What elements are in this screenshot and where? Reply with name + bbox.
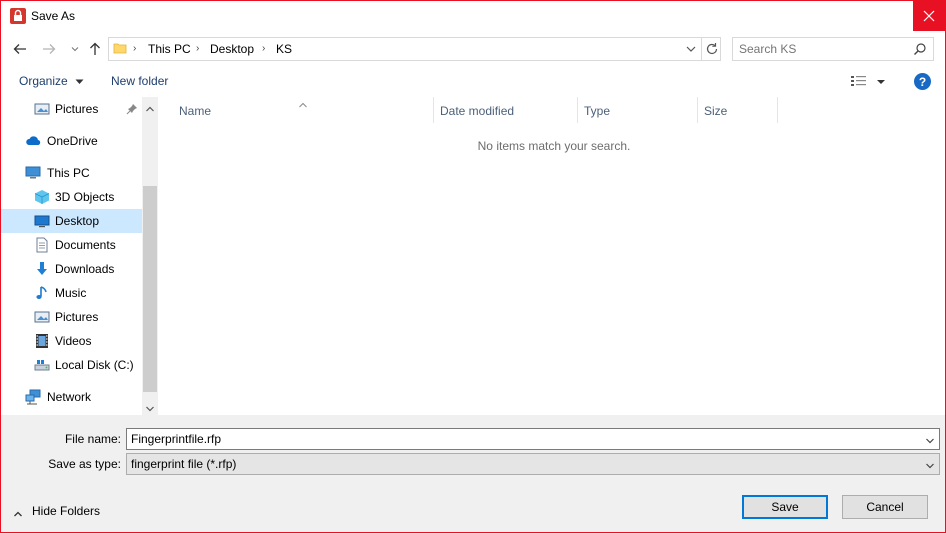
onedrive-icon <box>25 133 41 149</box>
file-name-input[interactable] <box>131 431 911 447</box>
window-title: Save As <box>31 9 76 23</box>
sort-ascending-icon <box>299 97 307 108</box>
file-name-dropdown-icon[interactable] <box>925 434 935 444</box>
3d-objects-icon <box>34 189 50 205</box>
app-lock-icon <box>10 8 26 24</box>
organize-button[interactable]: Organize <box>19 74 84 88</box>
save-button[interactable]: Save <box>742 495 828 519</box>
save-as-type-dropdown-icon[interactable] <box>925 459 935 469</box>
nav-item-label: 3D Objects <box>55 190 115 204</box>
nav-item-label: Network <box>47 390 92 404</box>
nav-item-label: This PC <box>47 166 90 180</box>
nav-pane-scrollbar[interactable] <box>142 97 158 415</box>
address-divider <box>701 38 702 60</box>
nav-item-music[interactable]: Music <box>1 281 142 305</box>
nav-item-pictures-quick[interactable]: Pictures <box>1 97 142 121</box>
nav-item-label: Pictures <box>55 310 99 324</box>
nav-item-label: Pictures <box>55 102 99 116</box>
save-as-type-label: Save as type: <box>48 457 121 471</box>
nav-item-label: Videos <box>55 334 92 348</box>
scroll-up-icon[interactable] <box>145 102 155 112</box>
view-details-icon[interactable] <box>850 74 868 88</box>
hide-folders-label: Hide Folders <box>32 504 101 518</box>
cancel-button[interactable]: Cancel <box>842 495 928 519</box>
search-box[interactable] <box>732 37 934 61</box>
nav-item-label: Music <box>55 286 87 300</box>
navigation-pane: Pictures OneDrive This PC 3D Objects Des… <box>1 97 158 415</box>
breadcrumb-desktop[interactable]: Desktop <box>210 42 254 56</box>
breadcrumb-separator-icon: › <box>133 43 137 54</box>
column-separator[interactable] <box>577 97 578 123</box>
up-arrow-icon[interactable] <box>87 41 103 57</box>
nav-item-label: Downloads <box>55 262 115 276</box>
title-bar[interactable]: Save As <box>1 1 945 31</box>
new-folder-button[interactable]: New folder <box>111 74 168 88</box>
file-list[interactable]: Name Date modified Type Size No items ma… <box>158 97 945 415</box>
organize-label: Organize <box>19 74 68 88</box>
downloads-icon <box>34 261 50 277</box>
chevron-up-icon <box>13 507 23 517</box>
nav-item-videos[interactable]: Videos <box>1 329 142 353</box>
address-row: › This PC › Desktop › KS <box>1 35 945 63</box>
nav-item-label: OneDrive <box>47 134 98 148</box>
videos-icon <box>34 333 50 349</box>
help-icon[interactable]: ? <box>914 73 931 90</box>
column-header-date-modified[interactable]: Date modified <box>440 104 514 118</box>
column-separator[interactable] <box>777 97 778 123</box>
this-pc-icon <box>25 165 41 181</box>
close-icon <box>923 10 935 22</box>
breadcrumb-ks[interactable]: KS <box>276 42 292 56</box>
nav-item-label: Documents <box>55 238 116 252</box>
column-header-size[interactable]: Size <box>704 104 727 118</box>
nav-item-pictures[interactable]: Pictures <box>1 305 142 329</box>
refresh-icon[interactable] <box>704 41 720 57</box>
nav-item-onedrive[interactable]: OneDrive <box>1 129 142 153</box>
column-separator[interactable] <box>433 97 434 123</box>
scroll-down-icon[interactable] <box>145 402 155 412</box>
nav-item-desktop[interactable]: Desktop <box>1 209 142 233</box>
search-icon[interactable] <box>913 42 927 56</box>
breadcrumb-separator-icon: › <box>196 43 200 54</box>
nav-item-network[interactable]: Network <box>1 385 142 409</box>
address-bar[interactable]: › This PC › Desktop › KS <box>108 37 721 61</box>
file-name-field[interactable] <box>126 428 940 450</box>
pin-icon[interactable] <box>126 103 138 115</box>
close-button[interactable] <box>913 1 945 31</box>
nav-item-label: Local Disk (C:) <box>55 358 134 372</box>
command-toolbar: Organize New folder ? <box>1 67 945 96</box>
forward-arrow-icon[interactable] <box>41 41 57 57</box>
scrollbar-thumb[interactable] <box>143 186 157 392</box>
save-as-type-value: fingerprint file (*.rfp) <box>131 457 237 471</box>
column-header-name[interactable]: Name <box>179 104 211 118</box>
breadcrumb-this-pc[interactable]: This PC <box>148 42 191 56</box>
file-name-label: File name: <box>64 432 121 446</box>
local-disk-icon <box>34 357 50 373</box>
save-as-dialog: Save As › This PC › Desktop › KS Search … <box>0 0 946 533</box>
nav-item-label: Desktop <box>55 214 100 228</box>
column-separator[interactable] <box>697 97 698 123</box>
network-icon <box>25 389 41 405</box>
column-header-type[interactable]: Type <box>584 104 610 118</box>
pictures-icon <box>34 101 50 117</box>
recent-locations-chevron-icon[interactable] <box>67 41 83 57</box>
empty-list-message: No items match your search. <box>477 139 631 153</box>
address-dropdown-icon[interactable] <box>684 42 698 56</box>
view-options-chevron-icon[interactable] <box>875 76 887 86</box>
nav-item-this-pc[interactable]: This PC <box>1 161 142 185</box>
save-as-type-select[interactable]: fingerprint file (*.rfp) <box>126 453 940 475</box>
nav-item-local-disk[interactable]: Local Disk (C:) <box>1 353 142 377</box>
search-input[interactable] <box>739 41 904 57</box>
desktop-icon <box>34 213 50 229</box>
pictures-icon <box>34 309 50 325</box>
music-icon <box>34 285 50 301</box>
nav-item-documents[interactable]: Documents <box>1 233 142 257</box>
back-arrow-icon[interactable] <box>12 41 28 57</box>
nav-item-downloads[interactable]: Downloads <box>1 257 142 281</box>
breadcrumb-separator-icon: › <box>262 43 266 54</box>
nav-item-3d-objects[interactable]: 3D Objects <box>1 185 142 209</box>
folder-icon <box>113 41 127 55</box>
documents-icon <box>34 237 50 253</box>
chevron-down-icon <box>75 79 84 84</box>
save-options-panel: File name: Save as type: fingerprint fil… <box>1 415 945 532</box>
